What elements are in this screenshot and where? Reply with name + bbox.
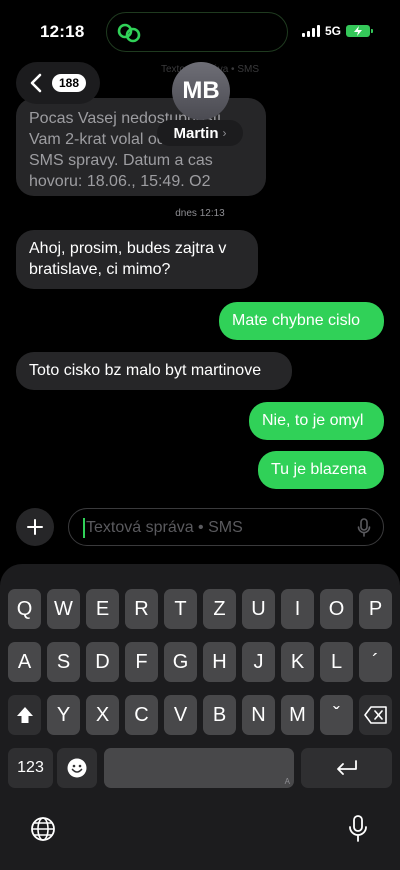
- back-button[interactable]: 188: [16, 62, 100, 104]
- key[interactable]: S: [47, 642, 80, 682]
- key[interactable]: O: [320, 589, 353, 629]
- key[interactable]: C: [125, 695, 158, 735]
- space-bar[interactable]: A: [104, 748, 294, 788]
- key[interactable]: J: [242, 642, 275, 682]
- emoji-icon: [67, 758, 87, 778]
- status-time: 12:18: [40, 22, 85, 41]
- contact-name: Martin: [173, 124, 219, 142]
- network-type: 5G: [324, 24, 341, 38]
- key[interactable]: Z: [203, 589, 236, 629]
- key[interactable]: Q: [8, 589, 41, 629]
- shift-key[interactable]: [8, 695, 41, 735]
- key[interactable]: T: [164, 589, 197, 629]
- key[interactable]: B: [203, 695, 236, 735]
- return-key[interactable]: [301, 748, 392, 788]
- microphone-icon[interactable]: [357, 518, 371, 538]
- key[interactable]: W: [47, 589, 80, 629]
- status-indicators: 5G: [301, 24, 373, 38]
- key[interactable]: Y: [47, 695, 80, 735]
- return-icon: [336, 760, 357, 775]
- key[interactable]: F: [125, 642, 158, 682]
- date-time: 12:13: [199, 208, 225, 219]
- message-outgoing[interactable]: Nie, to je omyl: [249, 402, 384, 440]
- message-date-separator: dnes 12:13: [0, 208, 400, 219]
- message-incoming-old[interactable]: Pocas Vasej nedostupnosti Vam 2-krat vol…: [16, 98, 266, 196]
- numbers-key[interactable]: 123: [8, 748, 53, 788]
- key[interactable]: N: [242, 695, 275, 735]
- dynamic-island: [106, 12, 288, 52]
- key[interactable]: R: [125, 589, 158, 629]
- shift-icon: [16, 707, 33, 723]
- space-bar-hint: A: [284, 777, 290, 786]
- message-outgoing[interactable]: Mate chybne cislo: [219, 302, 384, 340]
- key[interactable]: P: [359, 589, 392, 629]
- chevron-left-icon: [30, 73, 42, 93]
- key[interactable]: L: [320, 642, 353, 682]
- message-outgoing[interactable]: Tu je blazena: [258, 451, 384, 489]
- status-bar: 12:18 5G: [0, 0, 400, 62]
- add-attachment-button[interactable]: [16, 508, 54, 546]
- date-label: dnes: [175, 208, 197, 219]
- signal-icon: [301, 25, 320, 37]
- message-incoming[interactable]: Ahoj, prosim, budes zajtra v bratislave,…: [16, 230, 258, 289]
- delete-key[interactable]: [359, 695, 392, 735]
- message-input[interactable]: Textová správa • SMS: [68, 508, 384, 546]
- plus-icon: [27, 519, 43, 535]
- message-incoming[interactable]: Toto cisko bz malo byt martinove: [16, 352, 292, 390]
- key[interactable]: I: [281, 589, 314, 629]
- text-caret: [83, 518, 85, 538]
- key-acute-accent[interactable]: ´: [359, 642, 392, 682]
- chevron-right-icon: ›: [222, 126, 227, 140]
- key[interactable]: X: [86, 695, 119, 735]
- contact-avatar[interactable]: MB: [172, 62, 230, 120]
- key[interactable]: A: [8, 642, 41, 682]
- dictation-microphone-icon[interactable]: [348, 814, 368, 844]
- emoji-key[interactable]: [57, 748, 97, 788]
- key-caron[interactable]: ˇ: [320, 695, 353, 735]
- battery-icon: [346, 25, 373, 37]
- key[interactable]: H: [203, 642, 236, 682]
- key[interactable]: V: [164, 695, 197, 735]
- globe-icon[interactable]: [30, 816, 56, 842]
- keyboard: Q W E R T Z U I O P A S D F G H J K L ´ …: [0, 564, 400, 870]
- backspace-icon: [363, 706, 387, 724]
- key[interactable]: G: [164, 642, 197, 682]
- key[interactable]: U: [242, 589, 275, 629]
- unread-count-badge: 188: [52, 74, 87, 92]
- contact-name-button[interactable]: Martin ›: [157, 120, 243, 146]
- key[interactable]: E: [86, 589, 119, 629]
- key[interactable]: D: [86, 642, 119, 682]
- message-input-placeholder: Textová správa • SMS: [86, 519, 243, 536]
- key[interactable]: M: [281, 695, 314, 735]
- link-icon: [117, 23, 141, 43]
- key[interactable]: K: [281, 642, 314, 682]
